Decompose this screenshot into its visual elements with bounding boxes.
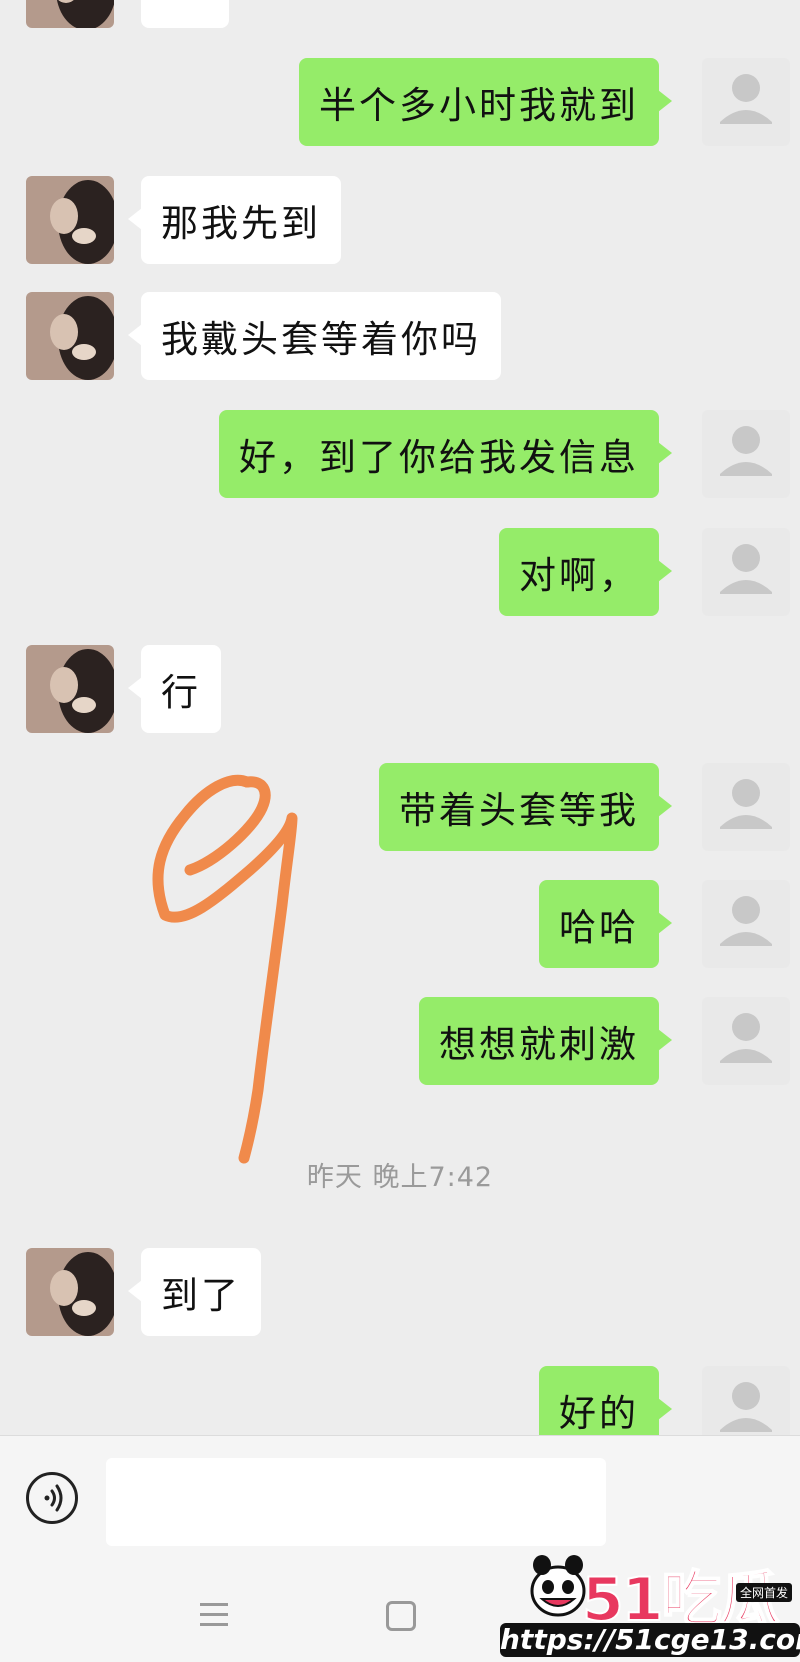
person-placeholder-icon[interactable] [702,763,790,851]
voice-input-icon[interactable] [26,1472,78,1524]
outgoing-bubble[interactable]: 半个多小时我就到 [299,58,672,146]
person-placeholder-icon[interactable] [702,1366,790,1435]
person-placeholder-icon[interactable] [702,58,790,146]
outgoing-bubble[interactable]: 好，到了你给我发信息 [219,410,672,498]
mascot-icon [530,1555,586,1617]
incoming-bubble[interactable]: 那我先到 [128,176,341,264]
home-icon[interactable] [386,1601,416,1631]
person-placeholder-icon[interactable] [702,880,790,968]
outgoing-bubble[interactable]: 好的 [539,1366,672,1435]
outgoing-bubble[interactable]: 对啊， [499,528,672,616]
person-placeholder-icon[interactable] [702,410,790,498]
menu-icon[interactable] [200,1603,228,1633]
outgoing-bubble[interactable]: 想想就刺激 [419,997,672,1085]
message-input[interactable] [106,1458,606,1546]
watermark-url: https://51cge13.com [500,1623,800,1657]
chat-area[interactable]: 半个多小时我就到 那我先到 我戴头套等着你吗 好，到了你给我发信息 对啊， 行 [0,0,800,1435]
contact-avatar[interactable] [26,292,114,380]
handwritten-annotation [152,774,298,1164]
person-placeholder-icon[interactable] [702,997,790,1085]
contact-avatar[interactable] [26,1248,114,1336]
incoming-bubble[interactable]: 我戴头套等着你吗 [128,292,501,380]
watermark: 51吃瓜 全网首发 https://51cge13.com [500,1545,800,1662]
incoming-bubble[interactable]: 行 [128,645,221,733]
contact-avatar[interactable] [26,176,114,264]
contact-avatar[interactable] [26,0,114,28]
timestamp: 昨天 晚上7:42 [306,1162,494,1193]
incoming-bubble[interactable]: 到了 [128,1248,261,1336]
outgoing-bubble[interactable]: 哈哈 [539,880,672,968]
incoming-bubble[interactable] [141,0,229,28]
contact-avatar[interactable] [26,645,114,733]
watermark-tag: 全网首发 [735,1583,792,1602]
person-placeholder-icon[interactable] [702,528,790,616]
outgoing-bubble[interactable]: 带着头套等我 [379,763,672,851]
